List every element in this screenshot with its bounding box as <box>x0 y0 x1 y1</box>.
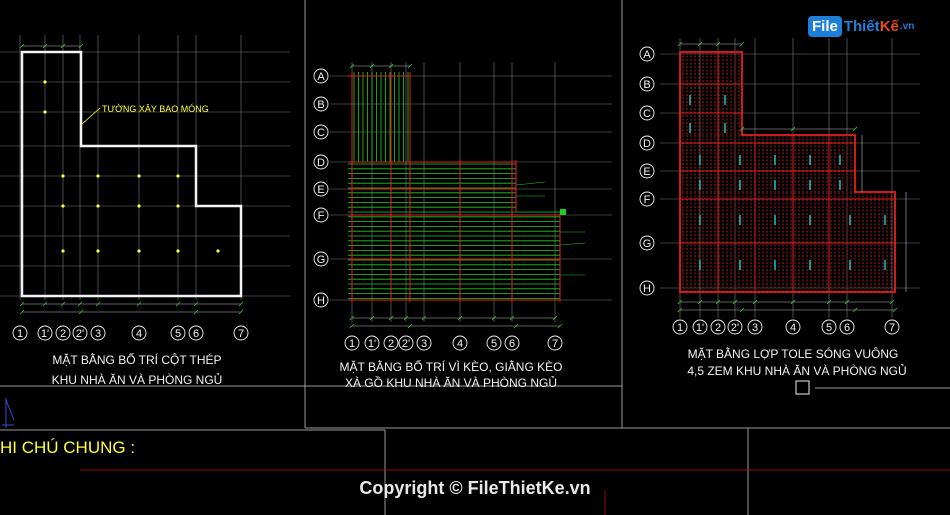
wall-outline-path <box>20 50 243 298</box>
panel1-axis-4-label: 3 <box>95 328 101 340</box>
steel-column-point <box>61 249 65 253</box>
panel3-axis-v-1-label: B <box>643 79 650 91</box>
ucs-marker <box>2 398 15 428</box>
panel2-axis-v-2-label: C <box>317 127 325 139</box>
sheet-frame <box>0 0 950 515</box>
cad-drawing-canvas: 1 1' 2 2' 3 4 5 6 7 TƯỜNG XÂY BAO MÓNG MẶT BẰNG … <box>0 0 950 515</box>
panel3-axis-h-1-label: 1' <box>696 322 704 334</box>
panel1-axis-0-label: 1 <box>17 328 23 340</box>
panel3-axis-v-4-label: E <box>643 166 650 178</box>
steel-column-point <box>176 249 180 253</box>
panel2-axis-v-7-label: H <box>317 295 325 307</box>
steel-column-point <box>43 80 47 84</box>
steel-column-point <box>137 174 141 178</box>
steel-column-point <box>176 174 180 178</box>
panel3-axis-h-2-label: 2 <box>715 322 721 334</box>
panel2-axis-h-6-label: 5 <box>491 338 497 350</box>
callout-leader <box>559 242 586 246</box>
panel3-axis-v-7-label: H <box>643 283 651 295</box>
copyright-watermark: Copyright © FileThietKe.vn <box>359 478 591 498</box>
panel2-axis-h-7-label: 6 <box>509 338 515 350</box>
panel-column-layout: 1 1' 2 2' 3 4 5 6 7 TƯỜNG XÂY BAO MÓNG MẶT BẰNG … <box>0 35 290 387</box>
node-marker <box>560 209 566 215</box>
panel2-axis-v-1-label: B <box>317 99 324 111</box>
general-notes-title: HI CHÚ CHUNG : <box>0 438 135 457</box>
panel2-axis-h-4-label: 3 <box>421 338 427 350</box>
panel3-axis-v-3-label: D <box>643 138 651 150</box>
steel-column-point <box>137 249 141 253</box>
panel3-axis-h-4-label: 3 <box>752 322 758 334</box>
panel1-axis-2-label: 2 <box>60 328 66 340</box>
panel2-axis-h-8-label: 7 <box>552 338 558 350</box>
panel2-axis-h-2-label: 2 <box>388 338 394 350</box>
panel1-caption-line1: MẶT BẰNG BỐ TRÍ CỘT THÉP <box>52 352 221 367</box>
panel2-axis-v-0-label: A <box>317 71 325 83</box>
panel2-caption-line1: MẶT BẰNG BỐ TRÍ VÌ KÈO, GIẰNG KÈO <box>340 359 563 374</box>
panel3-axis-h-6-label: 5 <box>826 322 832 334</box>
panel3-axis-v-2-label: C <box>643 108 651 120</box>
panel2-axis-v-5-label: F <box>318 210 325 222</box>
panel1-caption-line2: KHU NHÀ ĂN VÀ PHÒNG NGỦ <box>52 372 223 387</box>
wall-annotation: TƯỜNG XÂY BAO MÓNG <box>102 104 209 114</box>
panel3-axis-v-0-label: A <box>643 49 651 61</box>
panel-truss-layout: 1 1' 2 2' 3 4 5 6 7 A B C D E F G H MẶT BẰNG BỐ TRÍ VÌ K… <box>313 62 612 390</box>
panel-roof-sheet-layout: 1 1' 2 2' 3 4 5 6 7 A B C D E F G H MẶT BẰNG LỢP TOLE SÓ… <box>639 38 920 395</box>
callout-leader <box>515 181 546 186</box>
panel3-axis-v-6-label: G <box>643 238 652 250</box>
panel2-caption-line2: XÀ GỒ KHU NHÀ ĂN VÀ PHÒNG NGỦ <box>345 375 557 390</box>
panel1-axis-7-label: 6 <box>193 328 199 340</box>
steel-column-point <box>61 204 65 208</box>
panel2-axis-v-4-label: E <box>317 184 324 196</box>
logo-ke-text: Kế <box>879 17 899 35</box>
panel2-axis-v-6-label: G <box>317 254 326 266</box>
steel-column-point <box>216 249 220 253</box>
panel2-axis-h-1-label: 1' <box>368 338 376 350</box>
steel-column-point <box>96 204 100 208</box>
site-logo[interactable]: File Thiết Kế .vn <box>808 10 914 42</box>
steel-column-point <box>61 174 65 178</box>
panel3-axis-h-7-label: 6 <box>844 322 850 334</box>
panel1-axis-6-label: 5 <box>175 328 181 340</box>
panel3-axis-h-8-label: 7 <box>889 322 895 334</box>
panel1-axis-5-label: 4 <box>136 328 142 340</box>
panel1-axis-8-label: 7 <box>238 328 244 340</box>
panel2-axis-h-5-label: 4 <box>457 338 463 350</box>
panel3-axis-h-0-label: 1 <box>677 322 683 334</box>
panel3-caption-line1: MẶT BẰNG LỢP TOLE SÓNG VUÔNG <box>688 346 899 361</box>
panel1-axis-3-label: 2' <box>76 328 84 340</box>
panel2-axis-v-3-label: D <box>317 157 325 169</box>
foundation-wall-outline <box>20 50 243 298</box>
panel2-axis-h-0-label: 1 <box>349 338 355 350</box>
logo-file-text: File <box>808 15 842 37</box>
steel-column-point <box>96 249 100 253</box>
panel3-axis-h-3-label: 2' <box>731 322 739 334</box>
panel3-axis-v-5-label: F <box>644 194 651 206</box>
steel-column-point <box>96 174 100 178</box>
panel3-caption-line2: 4,5 ZEM KHU NHÀ ĂN VÀ PHÒNG NGỦ <box>687 363 906 378</box>
panel3-axis-h-5-label: 4 <box>790 322 796 334</box>
cad-cursor-box <box>795 380 810 395</box>
steel-column-point <box>176 204 180 208</box>
panel2-axis-h-3-label: 2' <box>402 338 410 350</box>
panel1-axis-1-label: 1' <box>41 328 49 340</box>
steel-column-point <box>137 204 141 208</box>
logo-vn-text: .vn <box>899 20 915 32</box>
logo-thiet-text: Thiết <box>843 17 880 35</box>
steel-column-point <box>43 110 47 114</box>
